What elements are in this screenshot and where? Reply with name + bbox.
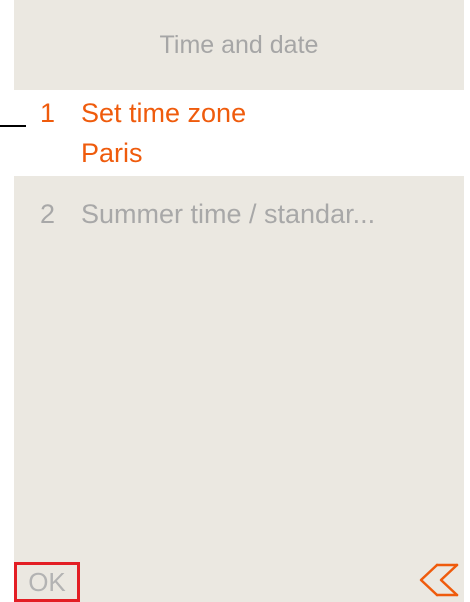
menu-item-set-time-zone[interactable]: 1 Set time zone Paris (14, 90, 464, 176)
page: Time and date 1 Set time zone Paris 2 Su… (0, 0, 470, 602)
double-chevron-left-icon (417, 562, 461, 598)
menu-item-number: 1 (40, 98, 56, 128)
page-title: Time and date (159, 30, 319, 59)
menu-item-number: 2 (40, 199, 56, 229)
menu-item-value: Paris (81, 138, 143, 168)
menu-item-label: Set time zone (81, 98, 247, 128)
menu-item-label: Summer time / standar... (81, 199, 376, 229)
device-screen: Time and date 1 Set time zone Paris 2 Su… (14, 0, 464, 602)
ok-button[interactable]: OK (14, 562, 80, 602)
back-button[interactable] (417, 562, 461, 598)
menu-item-summer-time[interactable]: 2 Summer time / standar... (14, 190, 464, 240)
callout-pointer-line (0, 125, 26, 127)
